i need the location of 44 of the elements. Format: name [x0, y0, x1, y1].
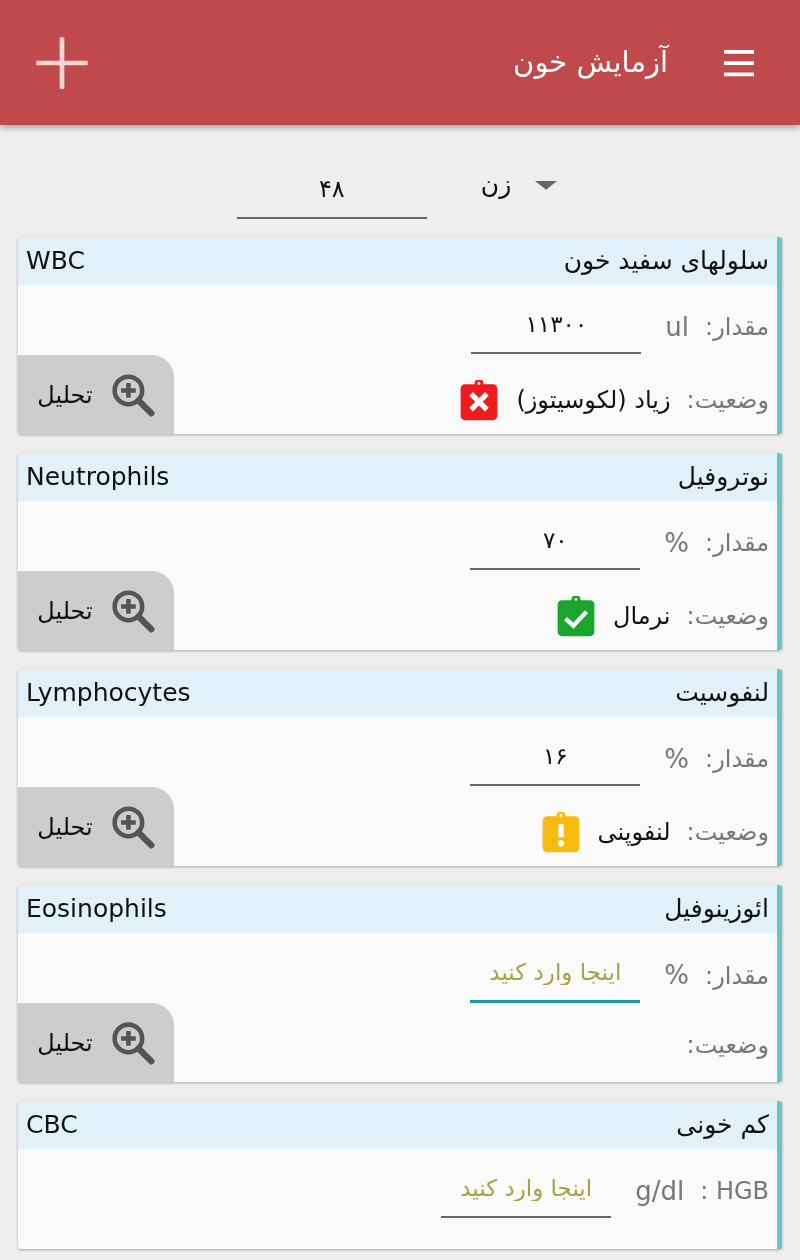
analyze-button[interactable]: تحلیل [18, 787, 174, 866]
test-name: لنفوسیت [675, 677, 769, 710]
age-field[interactable]: ۴۸ [236, 165, 427, 219]
value-field[interactable]: اینجا وارد کنید [441, 1165, 612, 1218]
zoom-in-icon [110, 588, 155, 633]
zoom-in-icon [110, 1020, 155, 1065]
test-name: سلولهای سفید خون [563, 245, 769, 278]
status-label: وضعیت: [686, 600, 769, 632]
app-title: آزمایش خون [513, 43, 668, 81]
test-name: نوتروفیل [677, 461, 769, 494]
value-field[interactable]: اینجا وارد کنید [470, 949, 641, 1003]
analyze-button[interactable]: تحلیل [18, 1003, 174, 1082]
value-label: مقدار: [705, 528, 769, 560]
test-name-english: Lymphocytes [26, 677, 191, 710]
unit-label: g/dl [635, 1174, 685, 1208]
status-label: وضعیت: [686, 1029, 769, 1061]
status-text: زیاد (لکوسیتوز) [516, 384, 671, 416]
analyze-button[interactable]: تحلیل [18, 571, 174, 650]
value-field[interactable]: ۷۰ [470, 517, 641, 570]
unit-label: % [664, 742, 690, 776]
unit-label: ul [665, 310, 690, 344]
gender-dropdown[interactable]: زن [474, 165, 564, 205]
value-label: مقدار: [705, 960, 769, 992]
test-name-english: CBC [26, 1109, 78, 1142]
test-name-english: Neutrophils [26, 461, 170, 494]
status-label: وضعیت: [686, 816, 769, 848]
value-label: HGB : [700, 1176, 769, 1208]
status-label: وضعیت: [686, 384, 769, 416]
test-name-english: Eosinophils [26, 893, 167, 926]
test-name: ائوزینوفیل [664, 893, 769, 926]
value-label: مقدار: [705, 312, 769, 344]
zoom-in-icon [110, 372, 155, 417]
value-label: مقدار: [705, 744, 769, 776]
value-field[interactable]: ۱۱۳۰۰ [471, 301, 642, 354]
test-name-english: WBC [26, 245, 85, 278]
status-text: نرمال [613, 600, 671, 632]
unit-label: % [664, 526, 690, 560]
status-text: لنفوپنی [597, 816, 671, 848]
unit-label: % [664, 959, 690, 993]
zoom-in-icon [110, 804, 155, 849]
value-field[interactable]: ۱۶ [470, 733, 641, 786]
add-icon[interactable] [34, 34, 90, 91]
analyze-button[interactable]: تحلیل [18, 355, 174, 434]
test-name: کم خونی [676, 1109, 769, 1142]
